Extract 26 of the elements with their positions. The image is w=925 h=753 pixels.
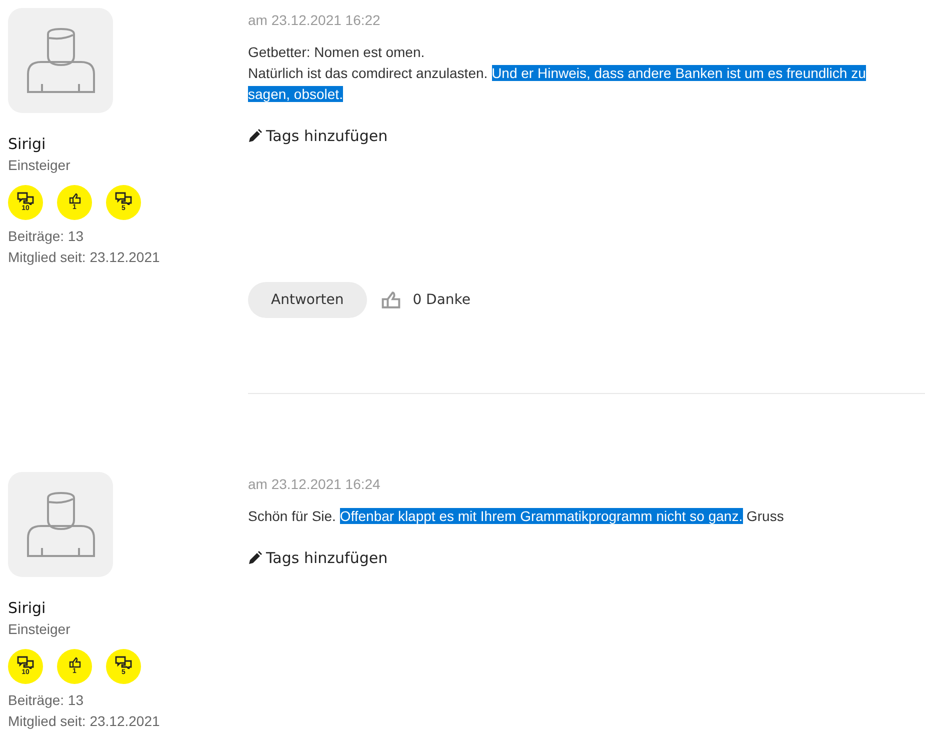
pencil-icon <box>248 551 262 565</box>
add-tags-link[interactable]: Tags hinzufügen <box>248 127 388 145</box>
user-icon <box>26 492 94 558</box>
thanks-button[interactable]: 0 Danke <box>380 291 470 309</box>
member-since: Mitglied seit: 23.12.2021 <box>8 713 160 729</box>
member-since: Mitglied seit: 23.12.2021 <box>8 249 160 265</box>
author-rank: Einsteiger <box>8 157 70 173</box>
add-tags-link[interactable]: Tags hinzufügen <box>248 549 388 567</box>
chat-icon <box>17 192 34 205</box>
chat-icon <box>115 192 132 205</box>
author-name[interactable]: Sirigi <box>8 135 46 153</box>
thumbs-up-icon <box>68 657 80 668</box>
post-text: Schön für Sie. Offenbar klappt es mit Ihrem Grammatikprogramm nicht so ganz. Gruss <box>248 507 784 526</box>
reply-button[interactable]: Antworten <box>248 282 367 318</box>
post-date: am 23.12.2021 16:22 <box>248 12 380 28</box>
user-icon <box>26 28 94 94</box>
chat-icon <box>17 656 34 669</box>
author-name[interactable]: Sirigi <box>8 599 46 617</box>
author-rank: Einsteiger <box>8 621 70 637</box>
chat-icon <box>115 656 132 669</box>
post-date: am 23.12.2021 16:24 <box>248 476 380 492</box>
thumbs-up-icon <box>380 291 401 309</box>
post-count: Beiträge: 13 <box>8 692 84 708</box>
thumbs-up-icon <box>68 193 80 204</box>
post-count: Beiträge: 13 <box>8 228 84 244</box>
pencil-icon <box>248 129 262 143</box>
